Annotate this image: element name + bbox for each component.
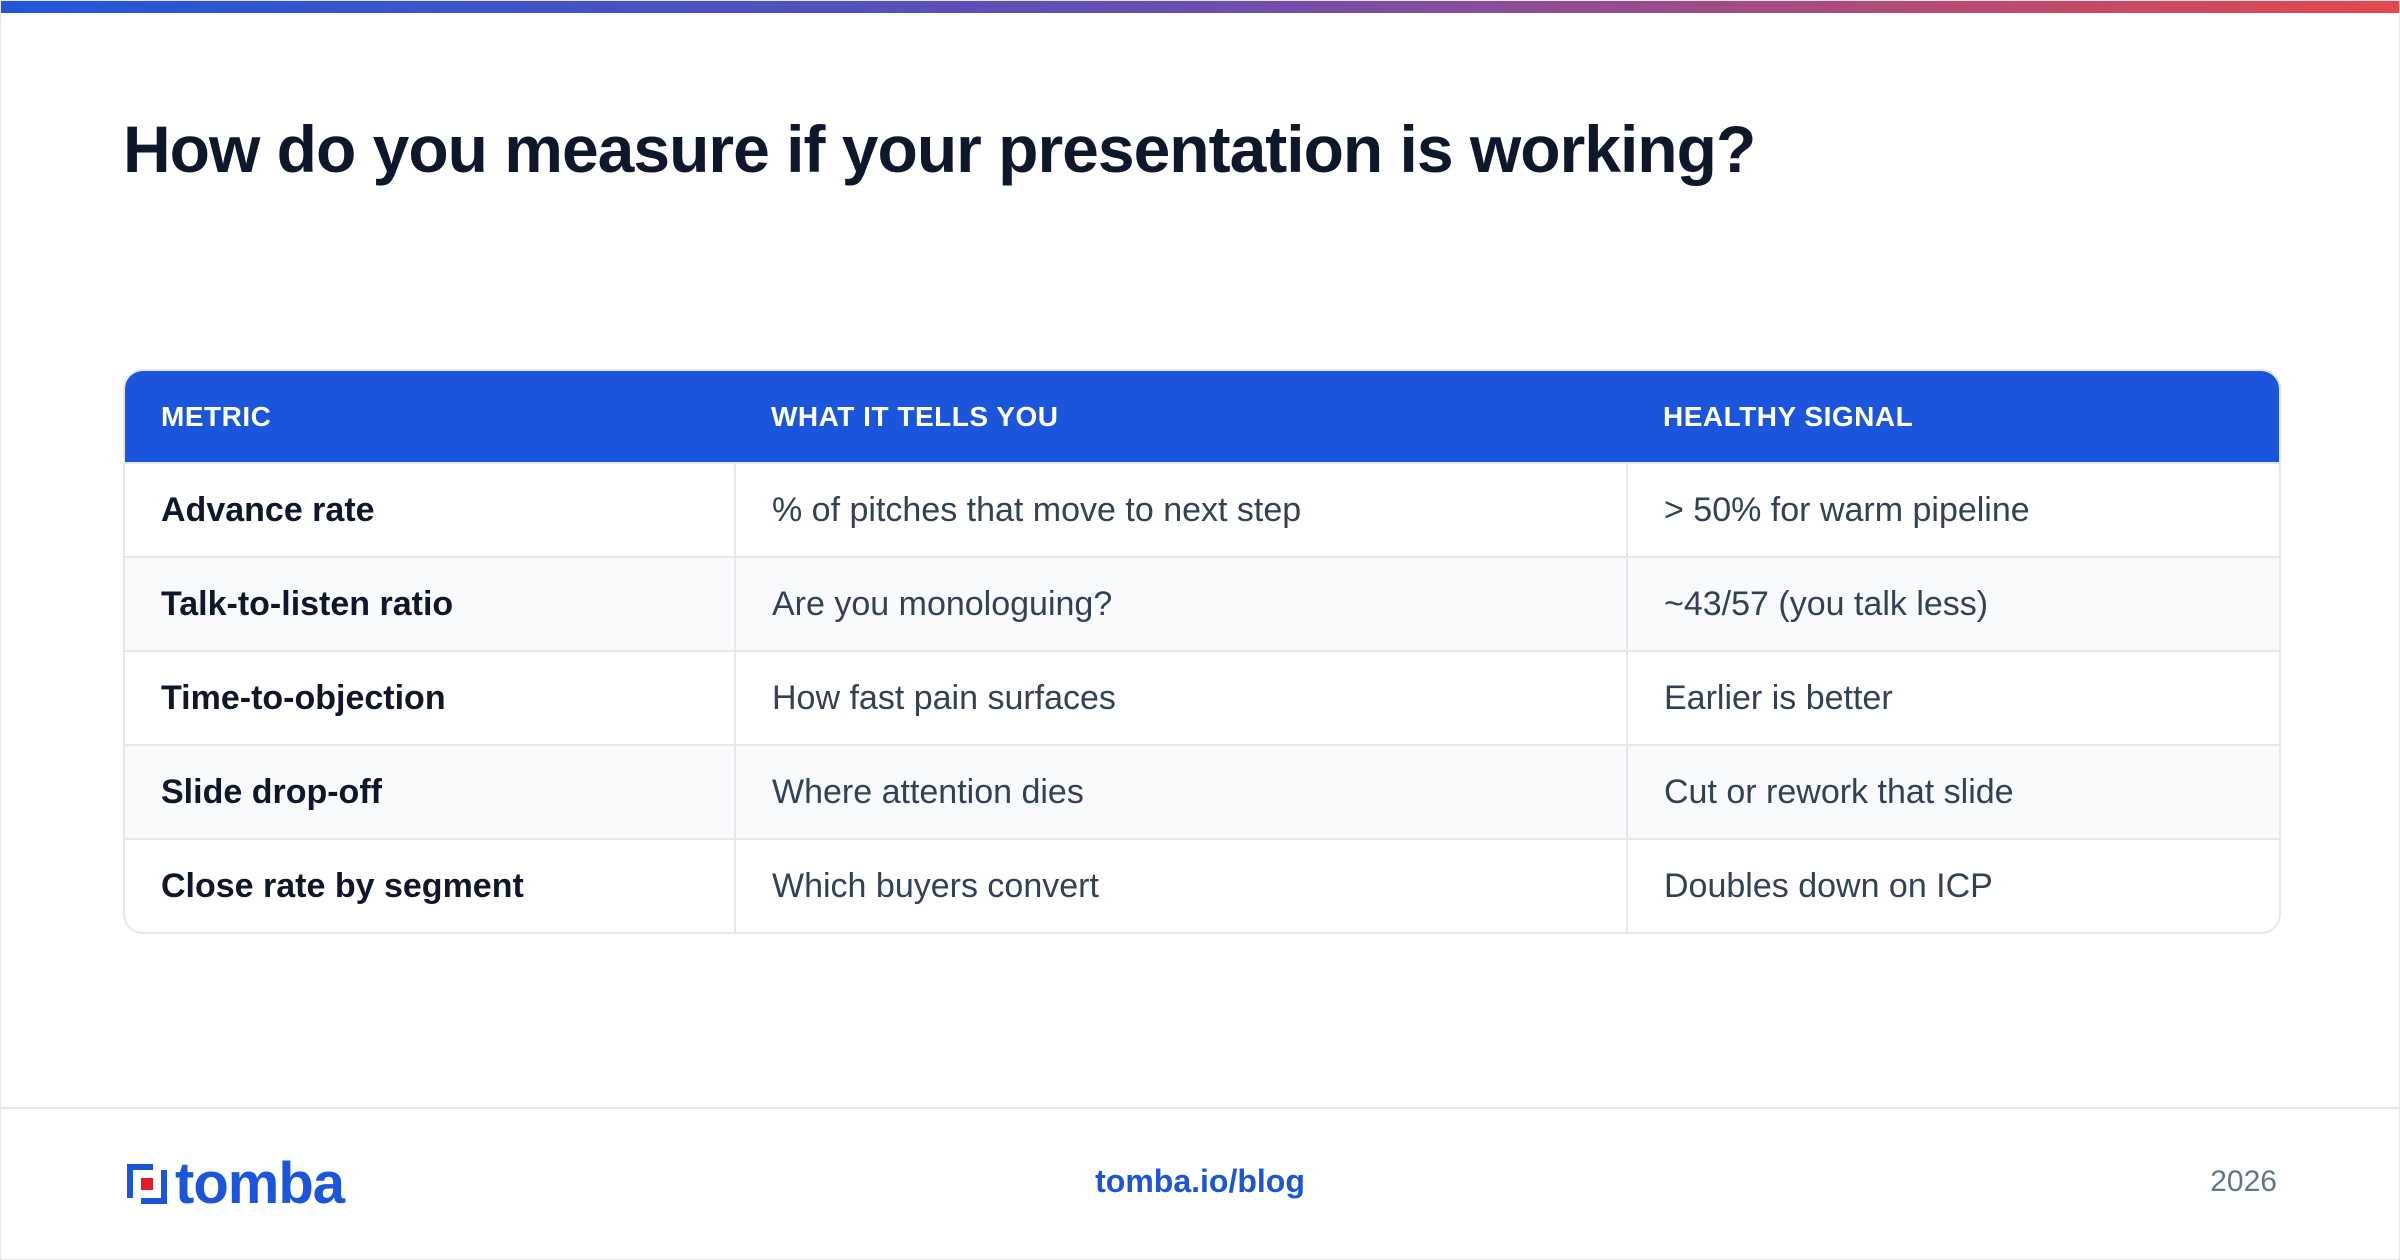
slide: How do you measure if your presentation … (0, 0, 2400, 1260)
table-header-row: METRIC WHAT IT TELLS YOU HEALTHY SIGNAL (125, 371, 2279, 463)
description-cell: Where attention dies (734, 744, 1627, 839)
description-cell: How fast pain surfaces (734, 650, 1627, 745)
table-row: Talk-to-listen ratio Are you monologuing… (125, 556, 2279, 651)
signal-cell: Doubles down on ICP (1626, 838, 2279, 932)
signal-cell: ~43/57 (you talk less) (1626, 556, 2279, 651)
description-cell: Which buyers convert (734, 838, 1627, 932)
signal-cell: Cut or rework that slide (1626, 744, 2279, 839)
metric-cell: Talk-to-listen ratio (125, 556, 735, 651)
signal-cell: Earlier is better (1626, 650, 2279, 745)
table-row: Close rate by segment Which buyers conve… (125, 838, 2279, 932)
metric-cell: Advance rate (125, 462, 735, 557)
table-row: Time-to-objection How fast pain surfaces… (125, 650, 2279, 745)
footer-year: 2026 (2210, 1165, 2277, 1198)
gradient-top-bar (1, 1, 2399, 13)
metric-cell: Close rate by segment (125, 838, 735, 932)
metric-cell: Slide drop-off (125, 744, 735, 839)
page-title: How do you measure if your presentation … (123, 112, 1756, 186)
description-cell: Are you monologuing? (734, 556, 1627, 651)
column-header-metric: METRIC (161, 400, 272, 432)
column-header-what-it-tells-you: WHAT IT TELLS YOU (771, 400, 1059, 432)
blog-link[interactable]: tomba.io/blog (1, 1163, 2399, 1200)
column-header-healthy-signal: HEALTHY SIGNAL (1663, 400, 1914, 432)
description-cell: % of pitches that move to next step (734, 462, 1627, 557)
signal-cell: > 50% for warm pipeline (1626, 462, 2279, 557)
table-row: Slide drop-off Where attention dies Cut … (125, 744, 2279, 839)
metrics-table: METRIC WHAT IT TELLS YOU HEALTHY SIGNAL … (123, 369, 2281, 934)
footer-divider (1, 1107, 2399, 1109)
table-row: Advance rate % of pitches that move to n… (125, 462, 2279, 557)
metric-cell: Time-to-objection (125, 650, 735, 745)
